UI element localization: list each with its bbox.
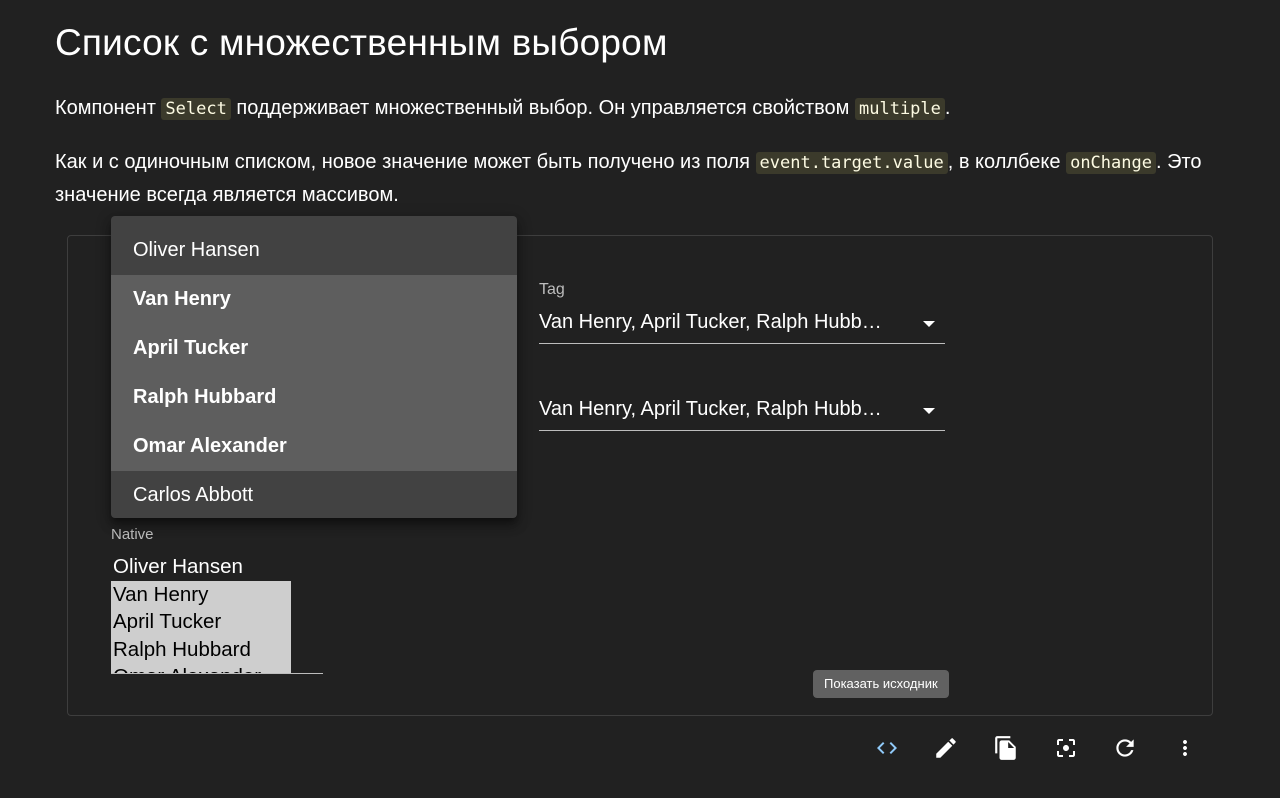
inline-code-onchange: onChange [1066,152,1156,174]
show-source-button[interactable] [868,729,906,767]
chip-select-value: Van Henry, April Tucker, Ralph Hubb… [539,398,882,420]
page: Список с множественным выбором Компонент… [0,0,1280,798]
native-option-ralph-hubbard[interactable]: Ralph Hubbard [111,635,291,663]
arrow-drop-down-icon [923,408,935,414]
show-source-tooltip: Показать исходник [813,670,949,698]
menu-item-van-henry[interactable]: Van Henry [111,275,517,324]
paragraph-text: Как и с одиночным списком, новое значени… [55,151,756,173]
inline-code-select: Select [161,98,231,120]
tag-select-label: Tag [539,281,565,298]
tag-select-value: Van Henry, April Tucker, Ralph Hubb… [539,311,882,333]
native-option-omar-alexander[interactable]: Omar Alexander [111,663,291,673]
native-multiple-select[interactable]: Oliver Hansen Van Henry April Tucker Ral… [111,553,323,674]
paragraph-text: поддерживает множественный выбор. Он упр… [230,97,855,119]
code-icon [877,742,897,754]
paragraph-text: , в коллбеке [947,151,1067,173]
page-title: Список с множественным выбором [55,22,668,63]
menu-item-carlos-abbott[interactable]: Carlos Abbott [111,471,517,520]
more-vert-icon [1183,740,1187,756]
reset-focus-button[interactable] [1047,729,1085,767]
tag-select[interactable]: Van Henry, April Tucker, Ralph Hubb… [539,309,945,344]
edit-icon [936,738,956,758]
paragraph-text: Компонент [55,97,162,119]
center-focus-icon [1057,739,1075,757]
reset-demo-button[interactable] [1106,729,1144,767]
chip-select[interactable]: Van Henry, April Tucker, Ralph Hubb… [539,396,945,431]
menu-item-omar-alexander[interactable]: Omar Alexander [111,422,517,471]
more-options-button[interactable] [1166,729,1204,767]
menu-item-april-tucker[interactable]: April Tucker [111,324,517,373]
paragraph-text: . [944,97,951,119]
select-menu-popover: Oliver Hansen Van Henry April Tucker Ral… [111,216,517,518]
arrow-drop-down-icon [923,321,935,327]
copy-icon [995,736,1016,760]
inline-code-multiple: multiple [855,98,945,120]
copy-source-button[interactable] [987,729,1025,767]
edit-in-codesandbox-button[interactable] [927,729,965,767]
native-option-april-tucker[interactable]: April Tucker [111,608,291,636]
native-option-van-henry[interactable]: Van Henry [111,580,291,608]
paragraph-onchange: Как и с одиночным списком, новое значени… [55,146,1215,211]
inline-code-event-target-value: event.target.value [755,152,948,174]
menu-item-ralph-hubbard[interactable]: Ralph Hubbard [111,373,517,422]
paragraph-multiple: Компонент Select поддерживает множествен… [55,92,1215,125]
native-option-oliver-hansen[interactable]: Oliver Hansen [111,553,291,581]
native-select-label: Native [111,526,154,543]
menu-item-oliver-hansen[interactable]: Oliver Hansen [111,226,517,275]
refresh-icon [1116,739,1134,757]
